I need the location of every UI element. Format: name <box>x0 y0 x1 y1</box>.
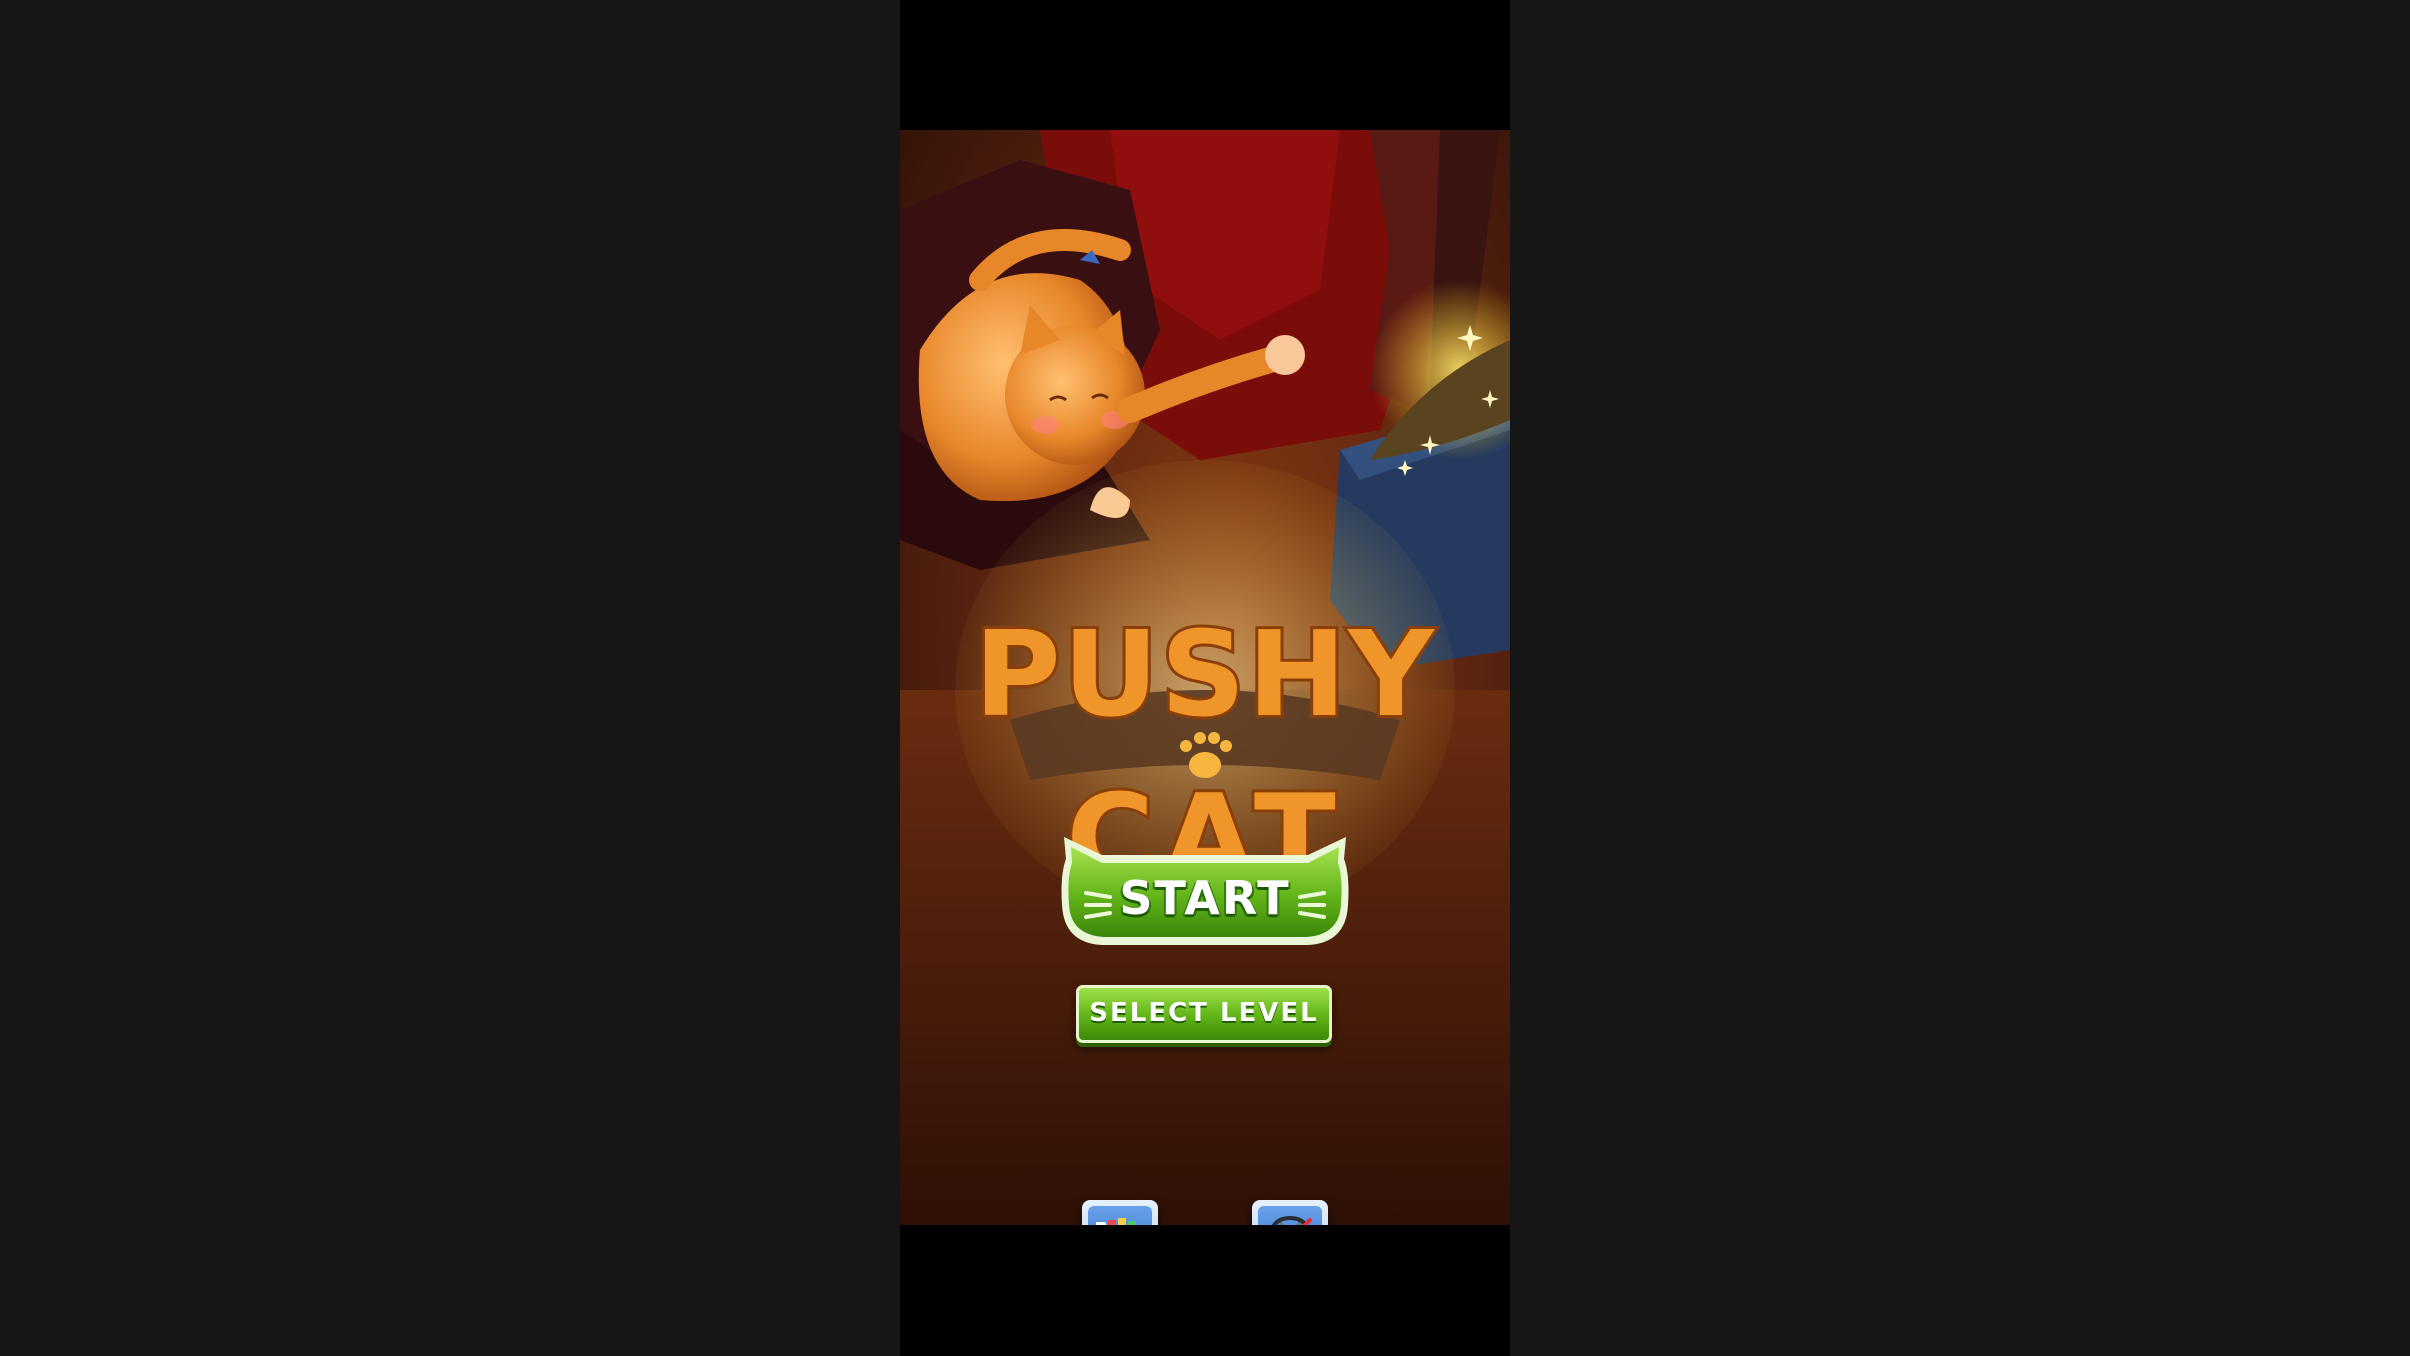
game-main-menu: PUSHY CAT START SELECT LEVEL <box>900 130 1510 1225</box>
select-level-label: SELECT LEVEL <box>1089 998 1319 1028</box>
sound-button[interactable] <box>1252 1200 1328 1225</box>
sound-button-face <box>1258 1206 1322 1225</box>
shopping-cart-icon <box>1096 1218 1136 1225</box>
phone-screen: PUSHY CAT START SELECT LEVEL <box>900 0 1510 1356</box>
title-line-1: PUSHY <box>974 605 1436 743</box>
select-level-button[interactable]: SELECT LEVEL <box>1076 985 1332 1043</box>
shop-button[interactable] <box>1082 1200 1158 1225</box>
headphones-muted-icon <box>1271 1215 1312 1225</box>
start-button[interactable]: START <box>1058 835 1352 953</box>
video-frame: PUSHY CAT START SELECT LEVEL <box>0 0 2410 1356</box>
shop-button-face <box>1088 1206 1152 1225</box>
start-label: START <box>1119 871 1291 925</box>
